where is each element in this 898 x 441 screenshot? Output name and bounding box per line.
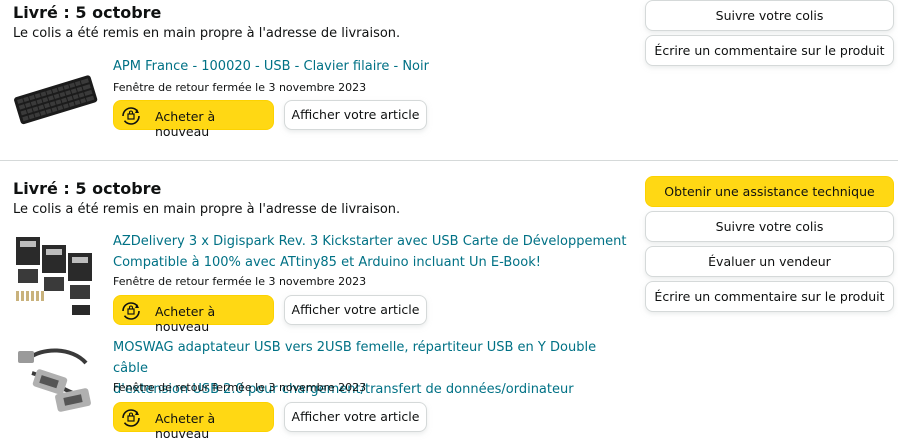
buy-again-label: Acheter à nouveau [155,304,216,334]
buy-again-cycle-icon [122,409,140,427]
view-item-button[interactable]: Afficher votre article [284,295,427,325]
buy-again-button[interactable]: Acheter à nouveau [113,402,274,441]
return-window-text: Fenêtre de retour fermée le 3 novembre 2… [113,381,367,394]
order-card: Livré : 5 octobre Le colis a été remis e… [0,0,898,160]
product-title-line: AZDelivery 3 x Digispark Rev. 3 Kickstar… [113,234,627,249]
return-window-text: Fenêtre de retour fermée le 3 novembre 2… [113,81,367,94]
buy-again-button[interactable]: Acheter à nouveau [113,295,274,334]
usb-splitter-product-image[interactable] [12,343,98,421]
product-title-line: Compatible à 100% avec ATtiny85 et Ardui… [113,255,541,270]
delivery-status-detail: Le colis a été remis en main propre à l'… [13,26,401,41]
get-technical-support-button[interactable]: Obtenir une assistance technique [645,176,894,207]
buy-again-label: Acheter à nouveau [155,109,216,139]
delivery-status: Livré : 5 octobre [13,3,162,22]
keyboard-product-image[interactable] [12,66,98,136]
order-item: MOSWAG adaptateur USB vers 2USB femelle,… [0,337,640,441]
product-title-link[interactable]: APM France - 100020 - USB - Clavier fila… [113,56,633,77]
buy-again-label: Acheter à nouveau [155,411,216,441]
write-product-review-button[interactable]: Écrire un commentaire sur le produit [645,35,894,66]
product-title-line: MOSWAG adaptateur USB vers 2USB femelle,… [113,340,597,376]
view-item-button[interactable]: Afficher votre article [284,100,427,130]
buy-again-cycle-icon [122,107,140,125]
digispark-product-image[interactable] [12,231,98,323]
delivery-status: Livré : 5 octobre [13,179,162,198]
order-card: Livré : 5 octobre Le colis a été remis e… [0,160,898,441]
order-item: APM France - 100020 - USB - Clavier fila… [0,54,640,139]
rate-seller-button[interactable]: Évaluer un vendeur [645,246,894,277]
delivery-status-detail: Le colis a été remis en main propre à l'… [13,202,401,217]
return-window-text: Fenêtre de retour fermée le 3 novembre 2… [113,275,367,288]
product-title-link[interactable]: AZDelivery 3 x Digispark Rev. 3 Kickstar… [113,231,633,273]
view-item-button[interactable]: Afficher votre article [284,402,427,432]
buy-again-cycle-icon [122,302,140,320]
order-item: AZDelivery 3 x Digispark Rev. 3 Kickstar… [0,231,640,334]
track-package-button[interactable]: Suivre votre colis [645,211,894,242]
buy-again-button[interactable]: Acheter à nouveau [113,100,274,139]
write-product-review-button[interactable]: Écrire un commentaire sur le produit [645,281,894,312]
track-package-button[interactable]: Suivre votre colis [645,0,894,31]
